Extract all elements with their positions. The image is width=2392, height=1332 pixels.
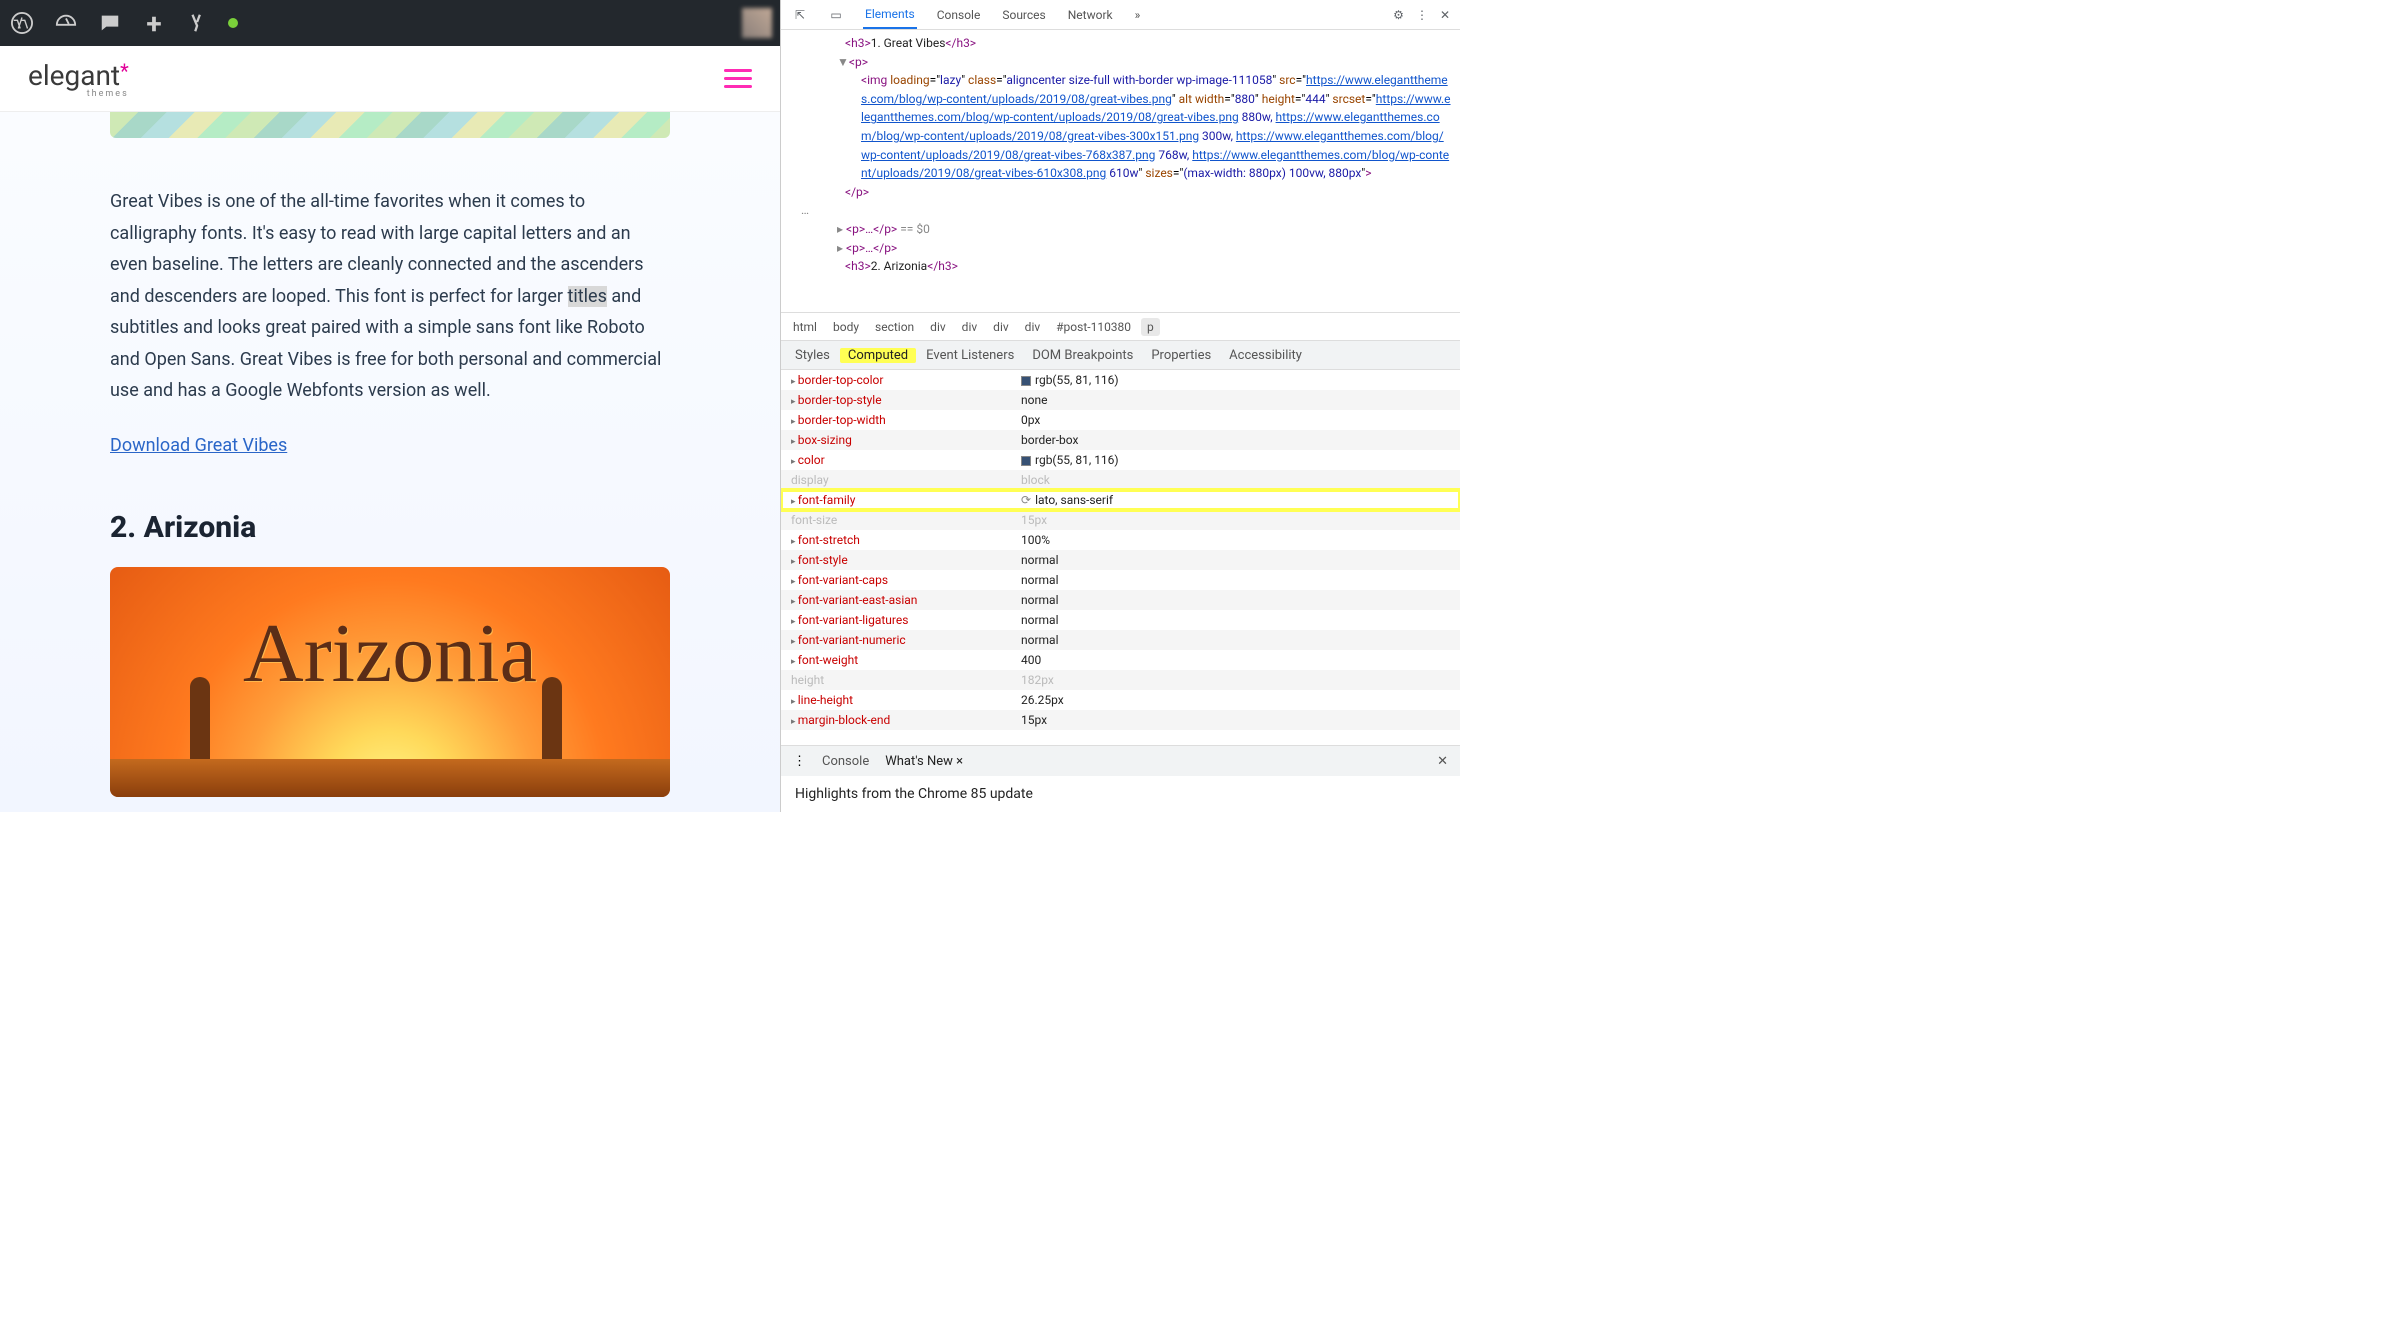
drawer-kebab-icon[interactable]: ⋮ bbox=[793, 754, 806, 769]
crumb[interactable]: div bbox=[987, 318, 1015, 336]
computed-prop-box-sizing[interactable]: box-sizingborder-box bbox=[781, 430, 1460, 450]
menu-burger-icon[interactable] bbox=[724, 69, 752, 88]
dom-node[interactable]: ▸ <p>…</p> bbox=[801, 239, 1452, 258]
devtools-toolbar: ⇱ ▭ Elements Console Sources Network » ⚙… bbox=[781, 0, 1460, 30]
tab-console[interactable]: Console bbox=[935, 2, 983, 28]
wp-logo-icon[interactable] bbox=[8, 9, 36, 37]
close-drawer-icon[interactable]: ✕ bbox=[1437, 754, 1448, 769]
pane-tab-styles[interactable]: Styles bbox=[795, 348, 830, 363]
devtools-drawer: ⋮ Console What's New × ✕ Highlights from… bbox=[781, 745, 1460, 812]
close-tab-icon[interactable]: × bbox=[956, 754, 963, 769]
pane-tab-dom-breakpoints[interactable]: DOM Breakpoints bbox=[1032, 348, 1133, 363]
crumb[interactable]: section bbox=[869, 318, 920, 336]
computed-prop-border-top-style[interactable]: border-top-stylenone bbox=[781, 390, 1460, 410]
pane-tab-event-listeners[interactable]: Event Listeners bbox=[926, 348, 1014, 363]
computed-prop-border-top-width[interactable]: border-top-width0px bbox=[781, 410, 1460, 430]
pane-tab-accessibility[interactable]: Accessibility bbox=[1229, 348, 1302, 363]
kebab-icon[interactable]: ⋮ bbox=[1416, 8, 1428, 22]
dom-node[interactable]: <h3>1. Great Vibes</h3> bbox=[801, 34, 1452, 53]
dom-node-selected[interactable]: ▸ <p>…</p> == $0 bbox=[801, 220, 1452, 239]
computed-prop-font-size[interactable]: font-size15px bbox=[781, 510, 1460, 530]
crumb[interactable]: div bbox=[1019, 318, 1047, 336]
dom-node[interactable]: <h3>2. Arizonia</h3> bbox=[801, 257, 1452, 276]
computed-prop-height[interactable]: height182px bbox=[781, 670, 1460, 690]
tab-sources[interactable]: Sources bbox=[1000, 2, 1047, 28]
heading-arizonia: 2. Arizonia bbox=[110, 510, 670, 545]
inspect-icon[interactable]: ⇱ bbox=[791, 8, 809, 22]
breadcrumb[interactable]: html body section div div div div #post-… bbox=[781, 312, 1460, 340]
computed-prop-color[interactable]: colorrgb(55, 81, 116) bbox=[781, 450, 1460, 470]
crumb[interactable]: body bbox=[827, 318, 865, 336]
download-link[interactable]: Download Great Vibes bbox=[110, 435, 287, 456]
arizonia-banner: Arizonia bbox=[110, 567, 670, 797]
paragraph-great-vibes: Great Vibes is one of the all-time favor… bbox=[110, 186, 670, 407]
computed-prop-font-weight[interactable]: font-weight400 bbox=[781, 650, 1460, 670]
pane-tab-computed[interactable]: Computed bbox=[848, 348, 908, 363]
comments-icon[interactable] bbox=[96, 9, 124, 37]
dashboard-icon[interactable] bbox=[52, 9, 80, 37]
highlighted-word: titles bbox=[568, 286, 607, 307]
dom-ellipsis[interactable]: … bbox=[801, 201, 1452, 220]
drawer-tabs: ⋮ Console What's New × ✕ bbox=[781, 746, 1460, 776]
computed-prop-font-style[interactable]: font-stylenormal bbox=[781, 550, 1460, 570]
wp-admin-bar: + bbox=[0, 0, 780, 46]
page-content: Great Vibes is one of the all-time favor… bbox=[0, 112, 780, 812]
site-logo[interactable]: elegant* themes bbox=[28, 59, 129, 99]
dom-tree[interactable]: <h3>1. Great Vibes</h3> ▼<p> <img loadin… bbox=[781, 30, 1460, 312]
styles-pane-tabs: Styles Computed Event Listeners DOM Brea… bbox=[781, 340, 1460, 370]
tab-network[interactable]: Network bbox=[1066, 2, 1115, 28]
drawer-tab-console[interactable]: Console bbox=[822, 754, 869, 769]
pane-tab-properties[interactable]: Properties bbox=[1151, 348, 1211, 363]
drawer-tab-whats-new[interactable]: What's New × bbox=[885, 754, 963, 769]
computed-prop-font-variant-ligatures[interactable]: font-variant-ligaturesnormal bbox=[781, 610, 1460, 630]
tab-elements[interactable]: Elements bbox=[863, 1, 917, 29]
crumb-current[interactable]: p bbox=[1141, 318, 1160, 336]
add-new-icon[interactable]: + bbox=[140, 9, 168, 37]
computed-prop-font-family[interactable]: font-family⟳lato, sans-serif bbox=[781, 490, 1460, 510]
site-header: elegant* themes bbox=[0, 46, 780, 112]
dom-node-img[interactable]: <img loading="lazy" class="aligncenter s… bbox=[801, 71, 1452, 183]
browser-page: + elegant* themes Great Vibes is one of … bbox=[0, 0, 780, 812]
computed-styles-list[interactable]: border-top-colorrgb(55, 81, 116)border-t… bbox=[781, 370, 1460, 745]
crumb[interactable]: div bbox=[924, 318, 952, 336]
computed-prop-margin-block-end[interactable]: margin-block-end15px bbox=[781, 710, 1460, 730]
computed-prop-font-variant-numeric[interactable]: font-variant-numericnormal bbox=[781, 630, 1460, 650]
close-devtools-icon[interactable]: ✕ bbox=[1440, 8, 1450, 22]
status-dot-icon bbox=[228, 18, 238, 28]
yoast-icon[interactable] bbox=[184, 9, 212, 37]
computed-prop-font-variant-caps[interactable]: font-variant-capsnormal bbox=[781, 570, 1460, 590]
tabs-overflow[interactable]: » bbox=[1133, 2, 1143, 28]
settings-icon[interactable]: ⚙ bbox=[1393, 8, 1404, 22]
computed-prop-font-variant-east-asian[interactable]: font-variant-east-asiannormal bbox=[781, 590, 1460, 610]
crumb[interactable]: html bbox=[787, 318, 823, 336]
crumb[interactable]: div bbox=[956, 318, 984, 336]
ground-shape bbox=[110, 759, 670, 797]
arizonia-script-text: Arizonia bbox=[243, 605, 537, 702]
dom-node[interactable]: ▼<p> bbox=[801, 53, 1452, 72]
pattern-banner bbox=[110, 112, 670, 138]
device-toggle-icon[interactable]: ▭ bbox=[827, 8, 845, 22]
computed-prop-line-height[interactable]: line-height26.25px bbox=[781, 690, 1460, 710]
logo-star-icon: * bbox=[120, 59, 129, 83]
logo-text: elegant bbox=[28, 59, 120, 92]
dom-node[interactable]: </p> bbox=[801, 183, 1452, 202]
crumb[interactable]: #post-110380 bbox=[1050, 318, 1137, 336]
whats-new-headline: Highlights from the Chrome 85 update bbox=[781, 776, 1460, 812]
computed-prop-border-top-color[interactable]: border-top-colorrgb(55, 81, 116) bbox=[781, 370, 1460, 390]
computed-prop-display[interactable]: displayblock bbox=[781, 470, 1460, 490]
user-avatar[interactable] bbox=[742, 8, 772, 38]
devtools-panel: ⇱ ▭ Elements Console Sources Network » ⚙… bbox=[780, 0, 1460, 812]
computed-prop-font-stretch[interactable]: font-stretch100% bbox=[781, 530, 1460, 550]
